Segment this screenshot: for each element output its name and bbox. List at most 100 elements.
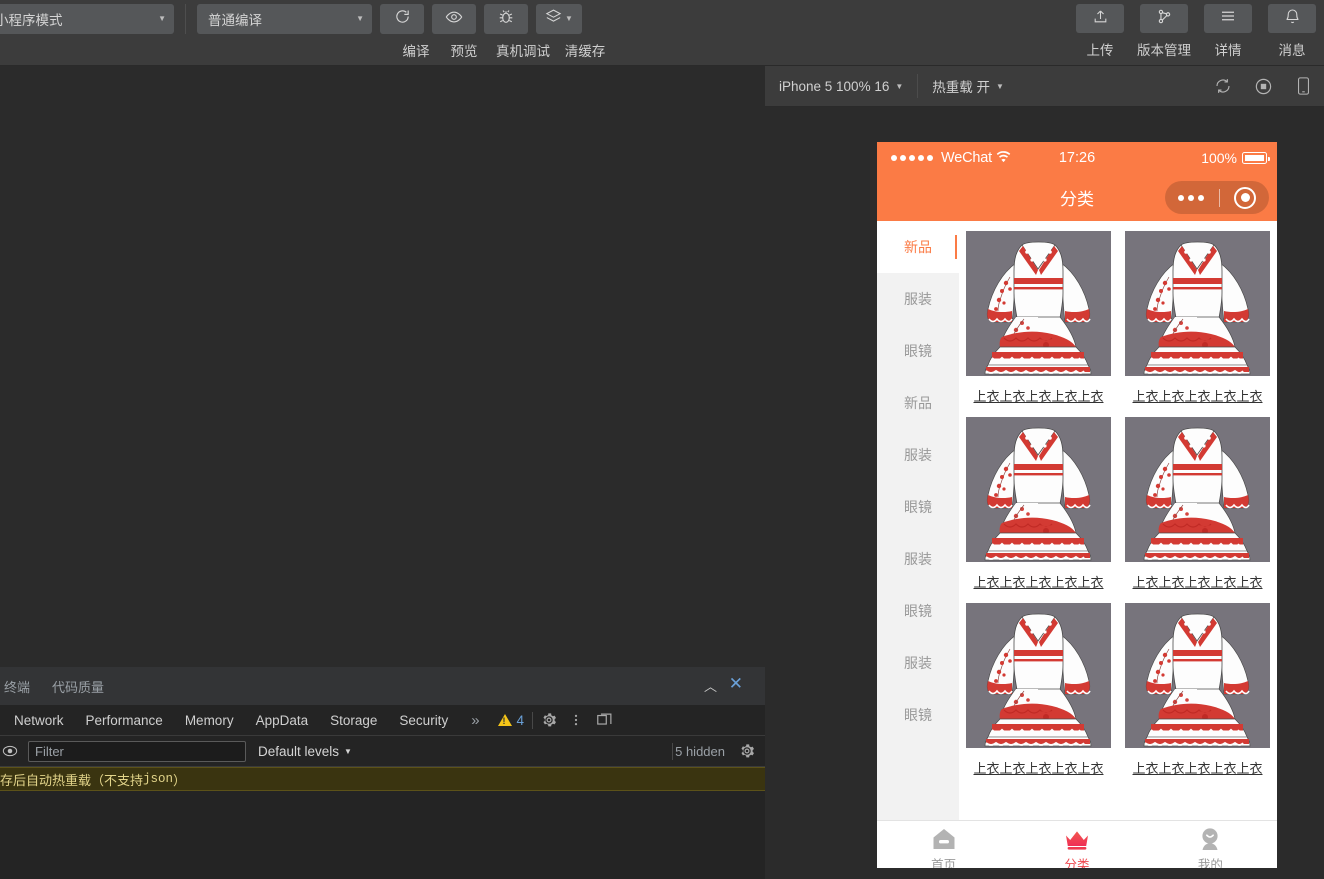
category-item[interactable]: 新品 [877, 221, 959, 273]
code-editor-area[interactable] [0, 66, 765, 667]
filter-input[interactable]: Filter [28, 740, 246, 762]
console-output-area[interactable] [0, 791, 765, 863]
category-item-label: 眼镜 [904, 343, 932, 359]
goods-name[interactable]: 上衣上衣上衣上衣上衣 [1132, 758, 1262, 777]
tab-network[interactable]: Network [0, 713, 75, 728]
category-item-label: 服装 [904, 551, 932, 567]
device-icon[interactable] [1295, 76, 1312, 96]
eye-icon[interactable] [0, 741, 20, 761]
close-circle-icon[interactable] [1234, 186, 1256, 209]
record-stop-icon[interactable] [1254, 77, 1273, 96]
mode-select-value: 小程序模式 [0, 13, 63, 28]
version-manage-button[interactable]: 版本管理 [1132, 4, 1196, 59]
category-item[interactable]: 服装 [877, 273, 959, 325]
goods-name[interactable]: 上衣上衣上衣上衣上衣 [1132, 572, 1262, 591]
goods-image[interactable] [1125, 417, 1270, 562]
remote-debug-button[interactable] [484, 4, 528, 34]
category-sidebar[interactable]: 新品 服装 眼镜 新品 服装 眼镜 服装 眼镜 服装 眼镜 [877, 221, 959, 820]
tabbar-item[interactable]: 分类 [1010, 825, 1143, 869]
log-levels-label: Default levels [258, 743, 340, 759]
goods-name[interactable]: 上衣上衣上衣上衣上衣 [973, 572, 1103, 591]
wechat-capsule-menu[interactable] [1165, 181, 1269, 214]
category-item[interactable]: 眼镜 [877, 585, 959, 637]
tabbar-item-label: 首页 [931, 857, 957, 869]
dock-panel-icon[interactable] [595, 712, 614, 729]
device-select[interactable]: iPhone 5 100% 16 ▼ [765, 79, 917, 94]
details-button[interactable]: 详情 [1196, 4, 1260, 59]
chevron-up-icon[interactable]: ︿ [704, 676, 717, 695]
upload-button[interactable]: 上传 [1068, 4, 1132, 59]
tab-performance[interactable]: Performance [75, 713, 174, 728]
goods-image[interactable] [966, 231, 1111, 376]
tab-appdata[interactable]: AppData [245, 713, 320, 728]
tabbar-item[interactable]: 首页 [877, 825, 1010, 869]
compile-button[interactable] [380, 4, 424, 34]
messages-button[interactable]: 消息 [1260, 4, 1324, 59]
hamburger-icon-box [1204, 4, 1252, 33]
category-item[interactable]: 服装 [877, 637, 959, 689]
compile-label: 编译 [402, 44, 430, 59]
console-settings-gear-icon[interactable] [739, 743, 755, 759]
goods-name[interactable]: 上衣上衣上衣上衣上衣 [973, 386, 1103, 405]
status-time: 17:26 [1058, 150, 1096, 166]
toolbar-divider [532, 711, 534, 729]
chevron-down-icon: ▼ [356, 14, 364, 23]
warning-count: 4 [516, 712, 525, 728]
tab-storage[interactable]: Storage [319, 713, 388, 728]
goods-item[interactable]: 上衣上衣上衣上衣上衣 [959, 417, 1118, 603]
goods-name[interactable]: 上衣上衣上衣上衣上衣 [1132, 386, 1262, 405]
goods-image[interactable] [1125, 231, 1270, 376]
details-label: 详情 [1214, 43, 1242, 58]
devtools-tab-code-quality[interactable]: 代码质量 [52, 677, 104, 696]
mode-select[interactable]: 小程序模式 ▼ [0, 4, 174, 34]
category-item-label: 新品 [904, 239, 932, 255]
hidden-count-label: 5 hidden [675, 743, 725, 759]
kebab-menu-icon[interactable] [569, 712, 583, 728]
refresh-icon[interactable] [1214, 77, 1232, 95]
chevron-double-right-icon[interactable]: » [459, 712, 491, 729]
warning-indicator[interactable]: 4 [492, 712, 525, 728]
tabbar-item-label: 分类 [1064, 857, 1090, 869]
goods-image[interactable] [966, 417, 1111, 562]
home-icon [931, 825, 957, 851]
version-manage-label: 版本管理 [1137, 43, 1191, 58]
goods-item[interactable]: 上衣上衣上衣上衣上衣 [959, 603, 1118, 789]
tab-security[interactable]: Security [388, 713, 459, 728]
toolbar-divider [672, 742, 673, 760]
category-item[interactable]: 眼镜 [877, 481, 959, 533]
tabbar-item[interactable]: 我的 [1144, 825, 1277, 868]
log-levels-select[interactable]: Default levels ▼ [258, 744, 352, 759]
phone-status-bar: WeChat 17:26 100% [877, 142, 1277, 174]
chevron-down-icon: ▼ [996, 81, 1004, 91]
goods-item[interactable]: 上衣上衣上衣上衣上衣 [1118, 231, 1277, 417]
more-dots-icon[interactable] [1178, 194, 1204, 201]
goods-image[interactable] [1125, 603, 1270, 748]
signal-dots-icon [891, 155, 933, 161]
category-item[interactable]: 服装 [877, 533, 959, 585]
devtools-tab-terminal[interactable]: 终端 [4, 677, 30, 696]
goods-image[interactable] [966, 603, 1111, 748]
goods-item[interactable]: 上衣上衣上衣上衣上衣 [1118, 603, 1277, 789]
console-warning-message[interactable]: 存后自动热重载（不支持 json） [0, 767, 765, 791]
toolbar-left-group: 小程序模式 ▼ 普通编译 ▼ ▼ [0, 0, 582, 34]
close-icon[interactable]: ✕ [729, 674, 743, 694]
goods-item[interactable]: 上衣上衣上衣上衣上衣 [959, 231, 1118, 417]
tab-memory[interactable]: Memory [174, 713, 245, 728]
category-item[interactable]: 眼镜 [877, 689, 959, 741]
preview-button[interactable] [432, 4, 476, 34]
hot-reload-select[interactable]: 热重载 开 ▼ [918, 76, 1018, 96]
layers-icon [545, 8, 562, 30]
preview-label: 预览 [450, 44, 478, 59]
phone-navbar: 分类 [877, 174, 1277, 221]
category-item[interactable]: 眼镜 [877, 325, 959, 377]
category-item[interactable]: 服装 [877, 429, 959, 481]
devtools-panel: 终端 代码质量 ︿ ✕ Network Performance Memory A… [0, 667, 765, 879]
goods-name[interactable]: 上衣上衣上衣上衣上衣 [973, 758, 1103, 777]
compile-select[interactable]: 普通编译 ▼ [197, 4, 372, 34]
clear-cache-button[interactable]: ▼ [536, 4, 582, 34]
settings-gear-icon[interactable] [541, 712, 557, 728]
goods-grid[interactable]: 上衣上衣上衣上衣上衣 上衣上衣上衣上衣上衣 上衣上衣上衣上衣上衣 上衣上衣上衣上衣上衣… [959, 221, 1277, 820]
category-item[interactable]: 新品 [877, 377, 959, 429]
goods-item[interactable]: 上衣上衣上衣上衣上衣 [1118, 417, 1277, 603]
upload-label: 上传 [1086, 43, 1114, 58]
